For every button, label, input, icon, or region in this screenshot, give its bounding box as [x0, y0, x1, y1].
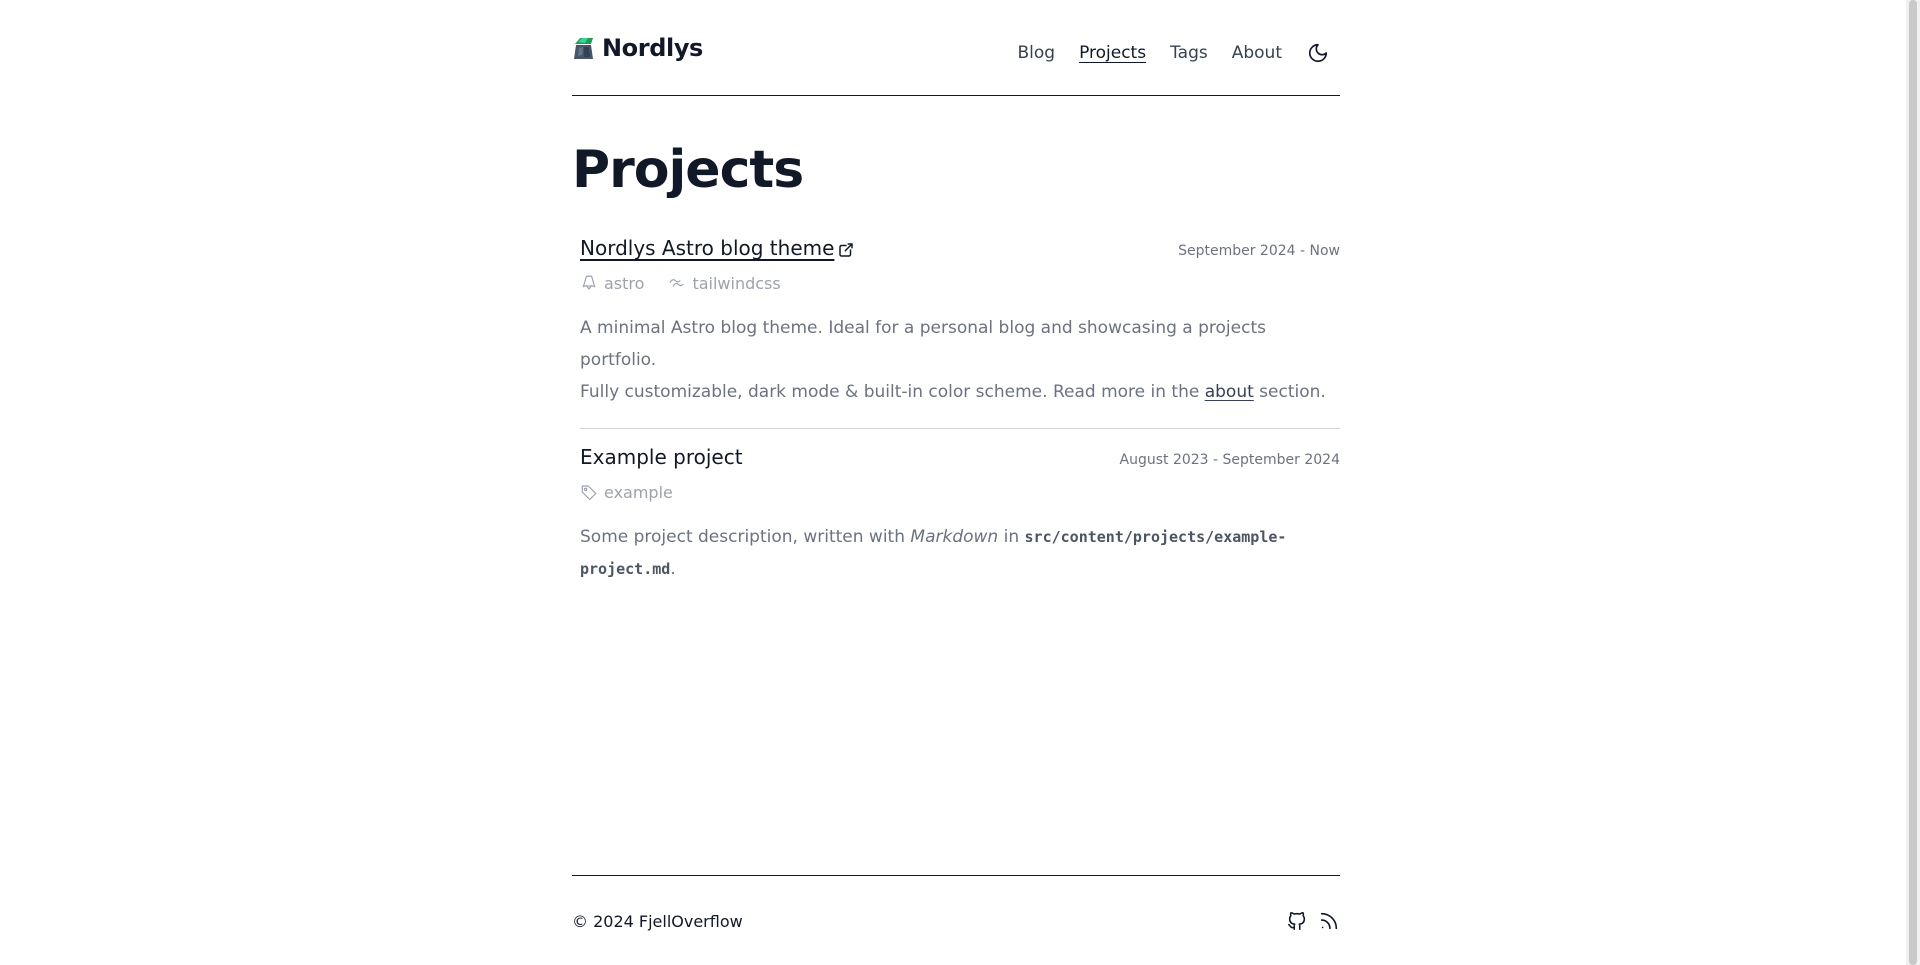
tag-label: tailwindcss [692, 273, 781, 293]
about-link[interactable]: about [1205, 382, 1254, 402]
page-title: Projects [572, 140, 804, 200]
tailwind-icon [670, 279, 685, 287]
site-header: Nordlys Blog Projects Tags About [572, 34, 1340, 96]
site-footer: © 2024 FjellOverflow [572, 910, 1340, 940]
brand-link[interactable]: Nordlys [572, 34, 703, 62]
main-nav: Blog Projects Tags About [993, 41, 1330, 65]
astro-icon [582, 275, 596, 290]
project-item: Example project August 2023 - September … [580, 445, 1340, 585]
project-list: Nordlys Astro blog theme September 2024 … [580, 236, 1340, 585]
description-line: A minimal Astro blog theme. Ideal for a … [580, 318, 1266, 370]
description-text: Some project description, written with [580, 527, 911, 547]
header-divider [572, 95, 1340, 96]
external-link-icon [839, 242, 854, 257]
tag-label: astro [604, 273, 645, 293]
moon-icon [1308, 43, 1328, 63]
description-text: Fully customizable, dark mode & built-in… [580, 382, 1205, 402]
github-icon [1287, 912, 1306, 931]
description-text: section. [1253, 382, 1326, 402]
project-divider [580, 428, 1340, 429]
project-title: Example project [580, 445, 743, 469]
rss-icon [1320, 912, 1338, 930]
scrollbar-thumb[interactable] [1909, 0, 1917, 965]
project-date: August 2023 - September 2024 [1119, 452, 1341, 468]
project-title-link[interactable]: Nordlys Astro blog theme [580, 236, 855, 260]
copyright-text: © 2024 FjellOverflow [572, 912, 743, 931]
brand-name: Nordlys [602, 34, 703, 62]
project-tags: astro tailwindcss [580, 270, 1340, 296]
social-links [1286, 910, 1340, 932]
rss-link[interactable] [1318, 910, 1340, 932]
description-text: . [670, 559, 676, 579]
nav-about[interactable]: About [1232, 43, 1282, 63]
project-description: A minimal Astro blog theme. Ideal for a … [580, 312, 1340, 408]
description-emphasis: Markdown [910, 527, 999, 547]
project-tags: example [580, 479, 1340, 505]
page-scrollbar[interactable] [1906, 0, 1920, 965]
page-container: Nordlys Blog Projects Tags About Project… [572, 0, 1340, 965]
nav-blog[interactable]: Blog [1017, 43, 1055, 63]
tag-tailwindcss[interactable]: tailwindcss [668, 273, 781, 293]
tag-label: example [604, 482, 673, 502]
nav-projects[interactable]: Projects [1079, 43, 1146, 63]
project-date: September 2024 - Now [1178, 243, 1340, 259]
tag-example[interactable]: example [580, 483, 673, 502]
tag-astro[interactable]: astro [580, 274, 644, 293]
github-link[interactable] [1286, 910, 1308, 932]
tag-icon [581, 485, 597, 501]
project-title: Nordlys Astro blog theme [580, 236, 835, 260]
nav-tags[interactable]: Tags [1170, 43, 1208, 63]
project-item: Nordlys Astro blog theme September 2024 … [580, 236, 1340, 408]
description-text: in [998, 527, 1025, 547]
footer-divider [572, 875, 1340, 876]
nordlys-logo-icon [574, 38, 593, 59]
project-description: Some project description, written with M… [580, 521, 1340, 585]
dark-mode-toggle[interactable] [1306, 41, 1330, 65]
